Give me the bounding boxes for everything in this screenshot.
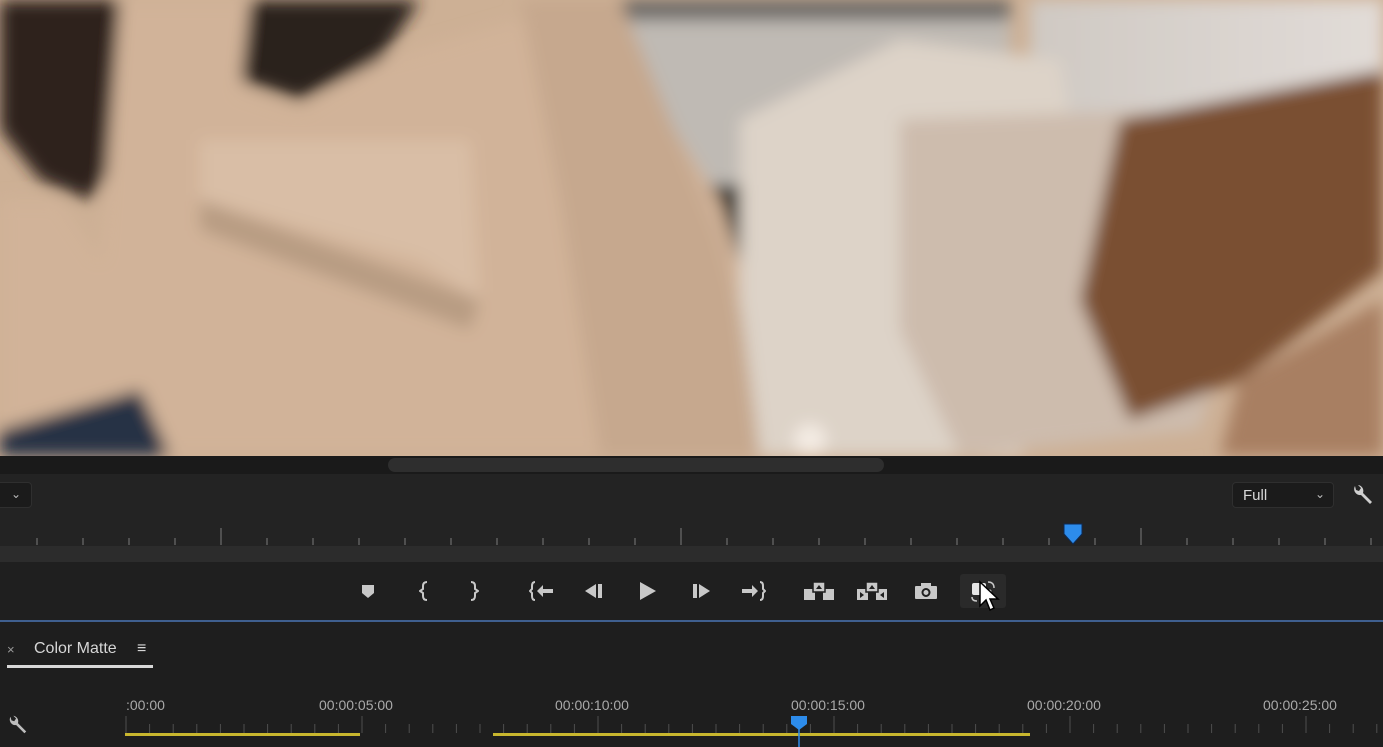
- work-area-bar: [493, 733, 1030, 736]
- wrench-icon: [1354, 485, 1372, 504]
- lift-icon: [804, 581, 834, 600]
- export-frame-button[interactable]: [909, 574, 943, 608]
- go-to-in-icon: [529, 581, 553, 601]
- timeline-time-ruler[interactable]: [0, 716, 1383, 747]
- camera-icon: [915, 583, 937, 599]
- extract-icon: [857, 581, 887, 600]
- active-tab-indicator: [7, 665, 153, 668]
- mark-in-icon: [419, 581, 428, 601]
- timeline-panel: × Color Matte ≡ :00:00 00:00:05:00 00:00…: [0, 622, 1383, 747]
- chevron-down-icon: ⌄: [11, 487, 22, 501]
- work-area-bar: [125, 733, 360, 736]
- step-forward-button[interactable]: [684, 574, 718, 608]
- sequence-tab[interactable]: Color Matte: [34, 640, 117, 658]
- video-frame-image: [0, 0, 1383, 456]
- add-marker-button[interactable]: [351, 574, 385, 608]
- timecode-label: 00:00:10:00: [555, 697, 629, 713]
- go-to-out-button[interactable]: [736, 574, 770, 608]
- play-button[interactable]: [630, 574, 664, 608]
- settings-button[interactable]: [1349, 482, 1375, 508]
- step-back-icon: [585, 584, 602, 598]
- extract-button[interactable]: [855, 574, 889, 608]
- go-to-out-icon: [742, 581, 766, 601]
- program-monitor-video: [0, 0, 1383, 456]
- timecode-label: :00:00: [126, 697, 165, 713]
- timecode-label: 00:00:05:00: [319, 697, 393, 713]
- marker-icon: [362, 585, 374, 598]
- close-tab-button[interactable]: ×: [7, 642, 15, 657]
- timeline-playhead[interactable]: [791, 716, 807, 747]
- mark-out-button[interactable]: [456, 574, 490, 608]
- monitor-ruler-ticks: [36, 523, 1372, 545]
- mark-in-button[interactable]: [408, 574, 442, 608]
- monitor-ruler-bar: [0, 546, 1383, 562]
- transport-controls: [0, 562, 1383, 620]
- go-to-in-button[interactable]: [525, 574, 559, 608]
- mark-out-icon: [470, 581, 479, 601]
- monitor-scrollbar-track: [0, 456, 1383, 474]
- lift-button[interactable]: [802, 574, 836, 608]
- timecode-label: 00:00:25:00: [1263, 697, 1337, 713]
- step-back-button[interactable]: [577, 574, 611, 608]
- mouse-cursor-icon: [979, 580, 1000, 612]
- monitor-scrollbar-thumb[interactable]: [388, 458, 884, 472]
- play-icon: [640, 582, 656, 600]
- panel-menu-icon[interactable]: ≡: [137, 640, 146, 658]
- timecode-label: 00:00:15:00: [791, 697, 865, 713]
- zoom-level-dropdown[interactable]: ⌄: [0, 482, 32, 508]
- monitor-playhead[interactable]: [1063, 523, 1083, 545]
- playback-resolution-dropdown[interactable]: Full ⌄: [1232, 482, 1334, 508]
- chevron-down-icon: ⌄: [1314, 487, 1325, 501]
- playback-resolution-value: Full: [1243, 487, 1268, 504]
- monitor-controls-bar: ⌄ Full ⌄: [0, 474, 1383, 518]
- timecode-label: 00:00:20:00: [1027, 697, 1101, 713]
- step-forward-icon: [693, 584, 710, 598]
- playhead-handle: [1063, 523, 1083, 545]
- monitor-time-ruler[interactable]: [0, 518, 1383, 548]
